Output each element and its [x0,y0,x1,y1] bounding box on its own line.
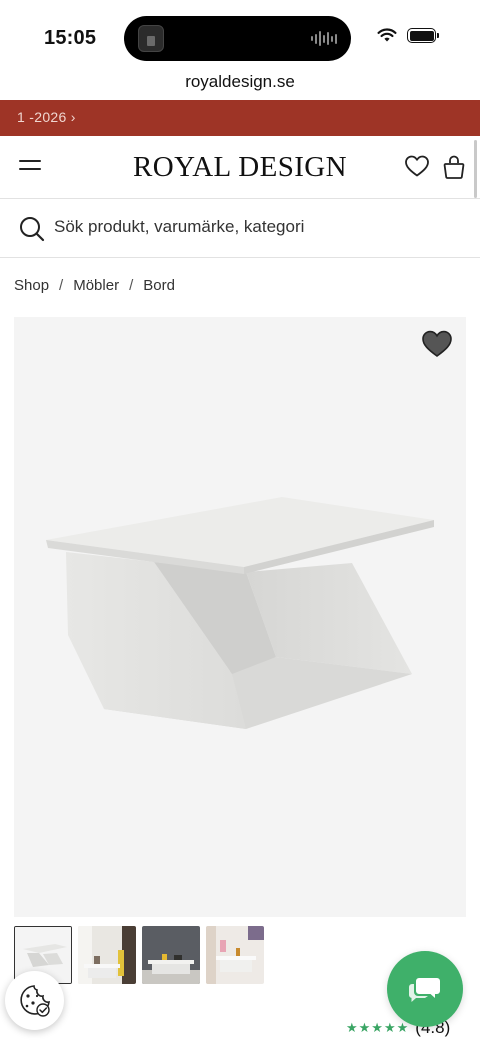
breadcrumb-bord[interactable]: Bord [143,277,175,294]
breadcrumb-mobler[interactable]: Möbler [73,277,119,294]
thumbnail-3[interactable] [142,926,200,984]
now-playing-thumbnail [138,25,164,52]
cookie-settings-button[interactable] [5,971,64,1030]
cookie-icon [19,984,50,1017]
breadcrumb: Shop / Möbler / Bord [14,277,175,294]
scrollbar[interactable] [474,140,477,198]
dynamic-island [124,16,351,61]
breadcrumb-separator: / [129,277,134,294]
search-input[interactable]: Sök produkt, varumärke, kategori [54,217,304,237]
battery-icon [407,28,439,43]
thumbnail-2[interactable] [78,926,136,984]
shopping-bag-icon[interactable] [442,154,466,180]
rating-stars: ★★★★★ [346,1020,410,1035]
wifi-icon [377,28,397,42]
browser-url-bar[interactable]: royaldesign.se [0,66,480,100]
thumbnail-4[interactable] [206,926,264,984]
header-actions [404,154,466,180]
status-bar: 15:05 [0,0,480,66]
site-header: ROYAL DESIGN [0,136,480,199]
status-time: 15:05 [44,27,97,49]
wishlist-heart-icon[interactable] [421,329,453,359]
url-text: royaldesign.se [185,72,295,91]
breadcrumb-shop[interactable]: Shop [14,277,49,294]
side-table-illustration [46,497,434,729]
chat-button[interactable] [387,951,463,1027]
product-image[interactable] [14,317,466,917]
search-icon [20,217,45,242]
promo-text: 1 -2026 › [17,109,76,125]
heart-icon[interactable] [404,154,430,178]
promo-banner[interactable]: 1 -2026 › [0,100,480,136]
chat-icon [409,978,440,1002]
search-bar[interactable]: Sök produkt, varumärke, kategori [0,200,480,258]
breadcrumb-separator: / [59,277,64,294]
audio-wave-icon [311,30,337,47]
thumbnail-strip [14,926,264,984]
status-icons [377,28,439,43]
